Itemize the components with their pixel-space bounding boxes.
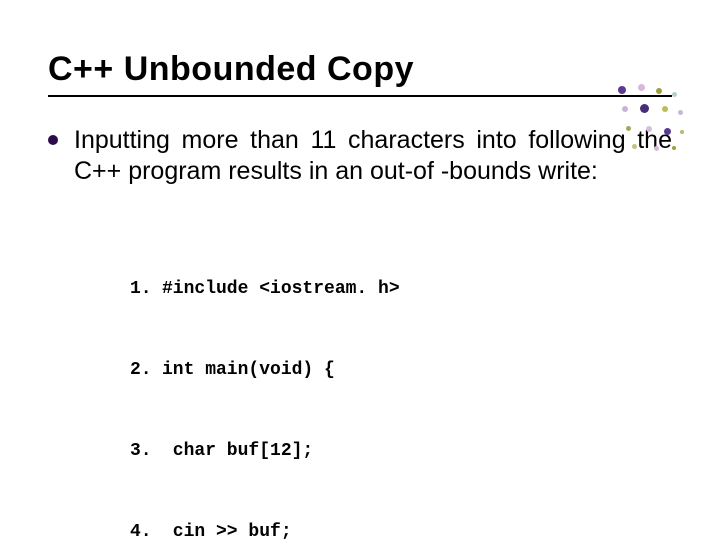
dot-icon	[672, 92, 677, 97]
dot-icon	[640, 104, 649, 113]
code-text: cin >> buf;	[162, 522, 292, 540]
dot-icon	[632, 144, 637, 149]
line-number: 1.	[130, 276, 162, 303]
code-line: 1.#include <iostream. h>	[130, 276, 672, 303]
slide-title: C++ Unbounded Copy	[48, 50, 672, 89]
code-text: #include <iostream. h>	[162, 279, 400, 299]
dot-icon	[656, 88, 662, 94]
dot-icon	[662, 106, 668, 112]
decorative-dots	[612, 82, 692, 162]
dot-icon	[678, 110, 683, 115]
dot-icon	[646, 126, 652, 132]
line-number: 4.	[130, 519, 162, 540]
line-number: 2.	[130, 357, 162, 384]
code-text: char buf[12];	[162, 441, 313, 461]
code-text: int main(void) {	[162, 360, 335, 380]
slide: C++ Unbounded Copy Inputting more than 1…	[0, 0, 720, 540]
title-underline: C++ Unbounded Copy	[48, 50, 672, 97]
code-line: 4. cin >> buf;	[130, 519, 672, 540]
dot-icon	[618, 86, 626, 94]
bullet-text: Inputting more than 11 characters into f…	[74, 125, 672, 188]
code-block: 1.#include <iostream. h> 2.int main(void…	[130, 222, 672, 540]
dot-icon	[622, 106, 628, 112]
bullet-row: Inputting more than 11 characters into f…	[48, 125, 672, 188]
dot-icon	[654, 146, 659, 151]
dot-icon	[680, 130, 684, 134]
dot-icon	[638, 84, 645, 91]
bullet-icon	[48, 135, 58, 145]
dot-icon	[626, 126, 631, 131]
code-line: 3. char buf[12];	[130, 438, 672, 465]
dot-icon	[672, 146, 676, 150]
code-line: 2.int main(void) {	[130, 357, 672, 384]
line-number: 3.	[130, 438, 162, 465]
dot-icon	[664, 128, 671, 135]
